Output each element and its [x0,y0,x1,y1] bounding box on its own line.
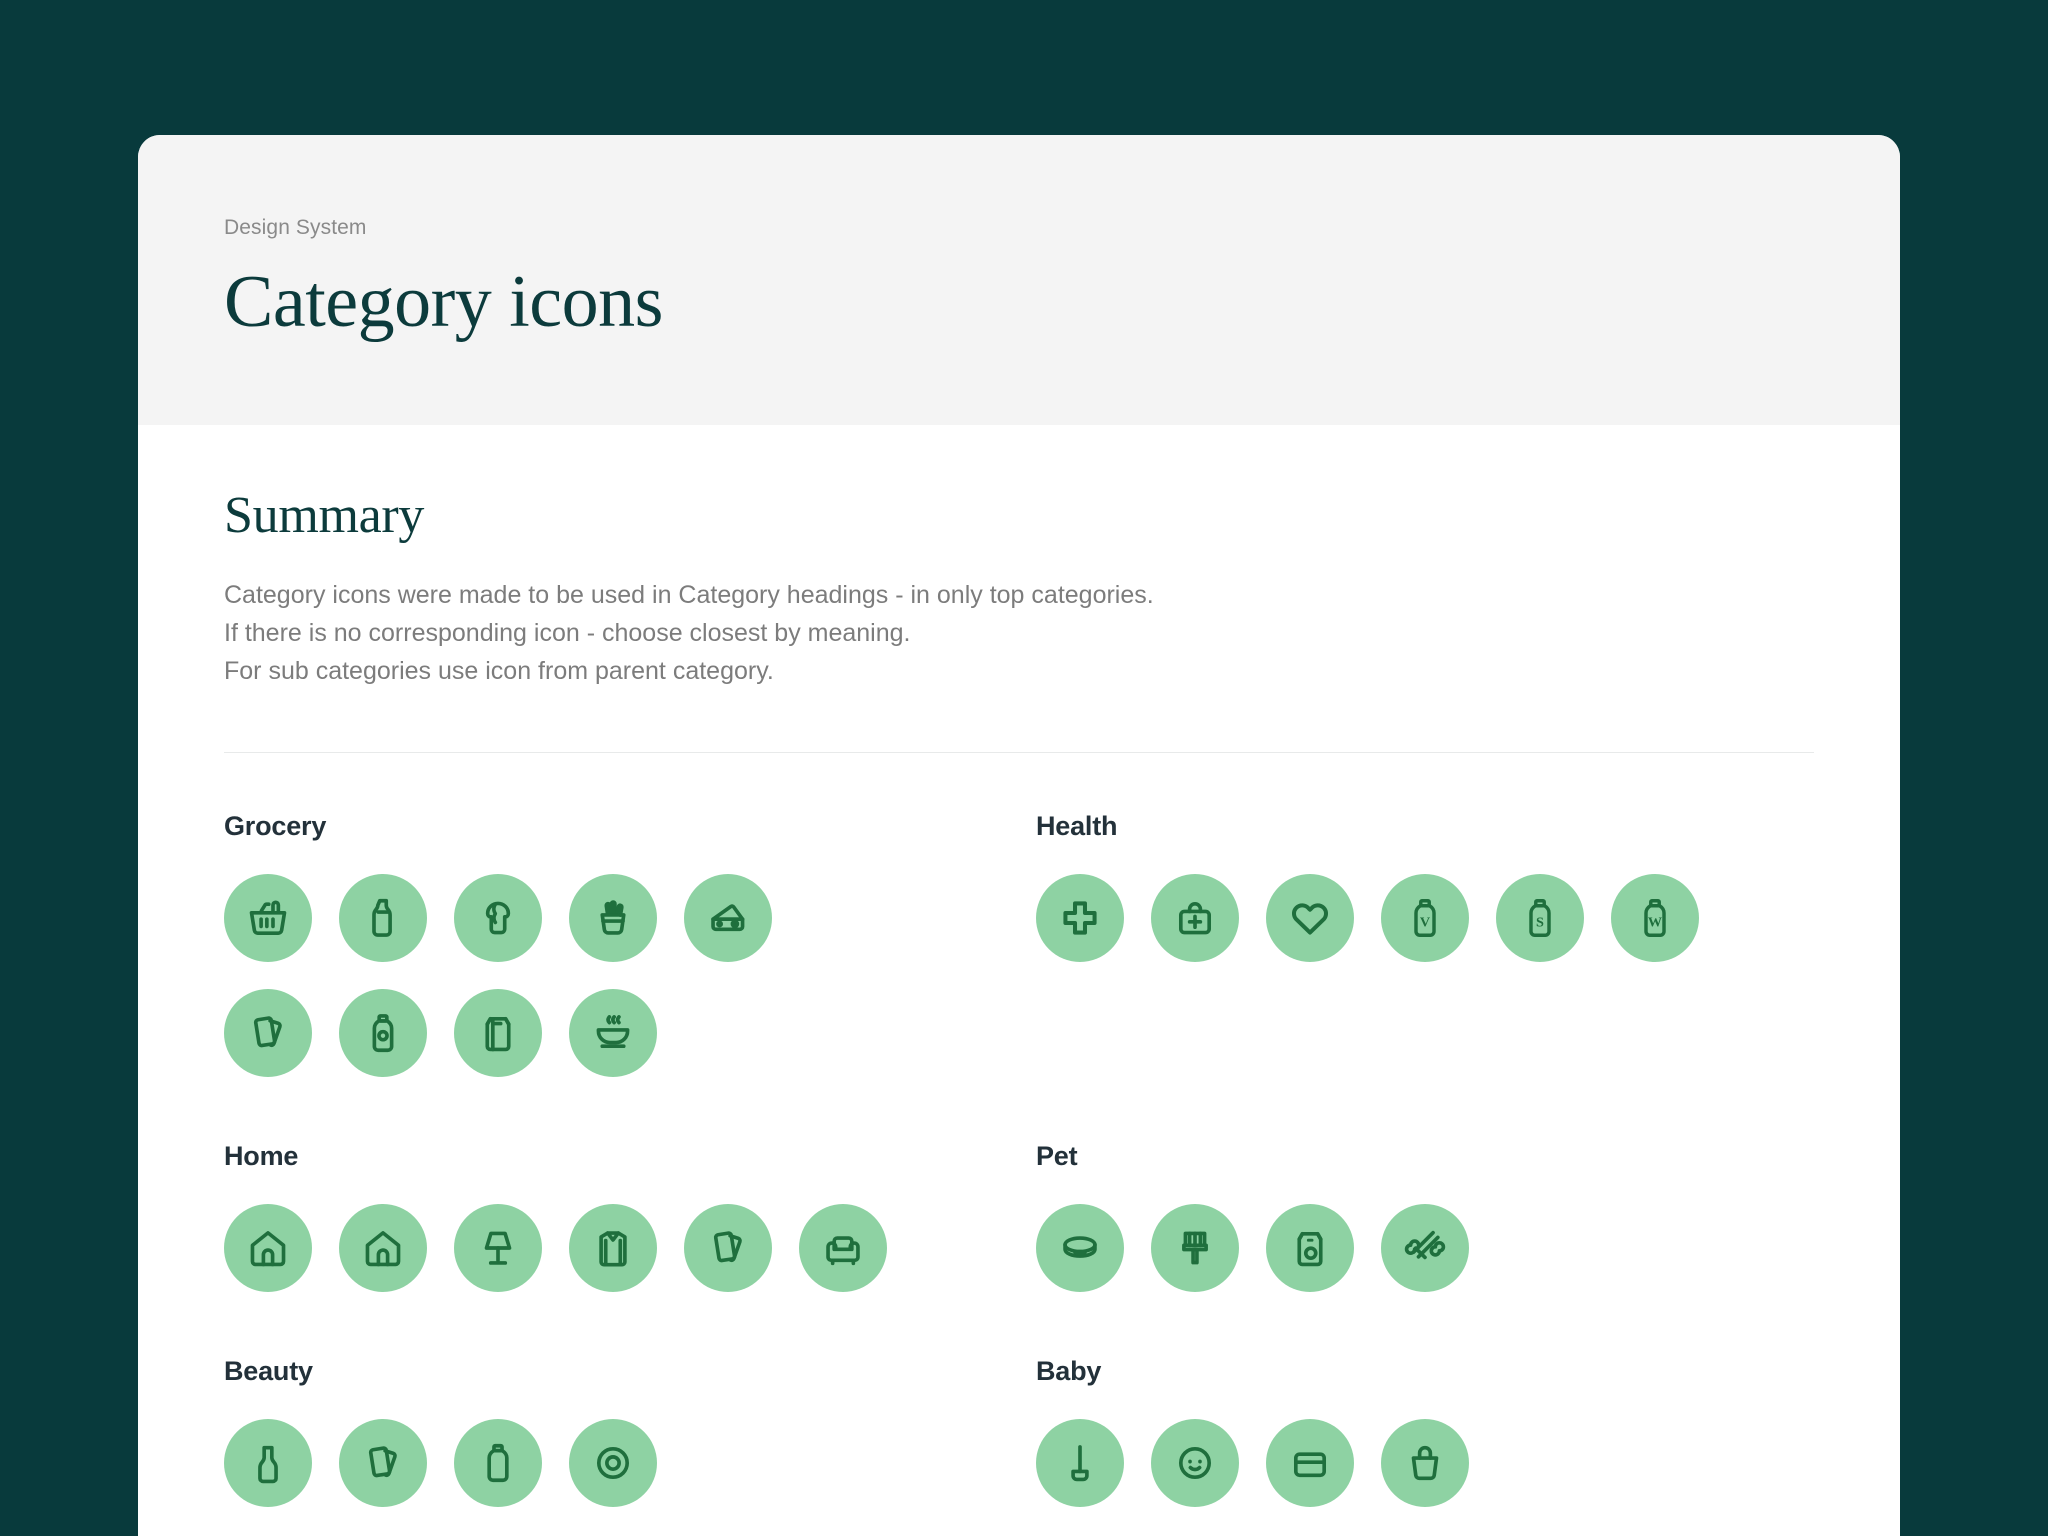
category-section-beauty: Beauty [224,1356,1036,1508]
svg-text:W: W [1648,915,1662,931]
summary-title: Summary [224,487,425,544]
category-section-baby: Baby [1036,1356,1848,1508]
icon-rows [224,1204,1036,1293]
section-title: Pet [1036,1141,1078,1172]
svg-text:S: S [1536,915,1544,931]
table-lamp-icon[interactable] [454,1204,542,1293]
icon-row [1036,1419,1848,1508]
section-title: Grocery [224,811,327,842]
screen: Design System Category icons Summary Cat… [0,0,2048,1536]
folded-towels-icon[interactable] [684,1204,772,1293]
bread-slice-icon[interactable] [454,874,542,963]
beauty-icon-1[interactable] [224,1419,312,1508]
icon-rows: VSW [1036,874,1848,963]
icon-row [224,1419,1036,1508]
category-sections-grid: Grocery Health V S W Home Pet Beauty Baby [224,753,1814,1536]
bottle-icon[interactable] [339,874,427,963]
vitamin-bottle-v-icon[interactable]: V [1381,874,1469,963]
icon-row [224,1204,1036,1293]
sauce-bottle-icon[interactable] [339,989,427,1078]
icon-row [224,874,1036,963]
icon-rows [224,874,1036,1078]
shopping-basket-icon[interactable] [224,874,312,963]
icon-row [1036,1204,1848,1293]
section-title: Home [224,1141,299,1172]
dog-bone-icon[interactable] [1381,1204,1469,1293]
icon-rows [224,1419,1036,1508]
shirt-icon[interactable] [569,1204,657,1293]
breadcrumb: Design System [224,216,367,239]
cheese-wedge-icon[interactable] [684,874,772,963]
supplement-bottle-s-icon[interactable]: S [1496,874,1584,963]
content-card: Design System Category icons Summary Cat… [138,135,1900,1536]
pet-food-bag-icon[interactable] [1266,1204,1354,1293]
medical-cross-icon[interactable] [1036,874,1124,963]
icon-row: VSW [1036,874,1848,963]
svg-text:V: V [1420,915,1431,931]
icon-rows [1036,1204,1848,1293]
first-aid-kit-icon[interactable] [1151,874,1239,963]
supplement-bottle-w-icon[interactable]: W [1611,874,1699,963]
summary-text: Category icons were made to be used in C… [224,576,1814,690]
beauty-icon-2[interactable] [339,1419,427,1508]
card-header: Design System Category icons [138,135,1900,425]
section-title: Health [1036,811,1118,842]
baby-icon-4[interactable] [1381,1419,1469,1508]
category-section-home: Home [224,1141,1036,1293]
baby-icon-3[interactable] [1266,1419,1354,1508]
summary-line: If there is no corresponding icon - choo… [224,619,911,648]
category-section-pet: Pet [1036,1141,1848,1293]
house-alt-icon[interactable] [339,1204,427,1293]
baby-icon-1[interactable] [1036,1419,1124,1508]
section-title: Baby [1036,1356,1102,1387]
category-section-health: Health V S W [1036,813,1848,1077]
page-title: Category icons [224,261,663,343]
section-title: Beauty [224,1356,313,1387]
armchair-icon[interactable] [799,1204,887,1293]
heart-icon[interactable] [1266,874,1354,963]
paper-bag-icon[interactable] [454,989,542,1078]
summary-line: For sub categories use icon from parent … [224,657,774,686]
soup-bowl-icon[interactable] [569,989,657,1078]
house-icon[interactable] [224,1204,312,1293]
beauty-icon-3[interactable] [454,1419,542,1508]
baby-icon-2[interactable] [1151,1419,1239,1508]
pet-collar-icon[interactable] [1036,1204,1124,1293]
icon-rows [1036,1419,1848,1508]
snack-packets-icon[interactable] [224,989,312,1078]
summary-section: Summary Category icons were made to be u… [224,425,1814,690]
beauty-icon-4[interactable] [569,1419,657,1508]
fries-icon[interactable] [569,874,657,963]
pet-brush-icon[interactable] [1151,1204,1239,1293]
icon-row [224,989,1036,1078]
summary-line: Category icons were made to be used in C… [224,581,1154,610]
category-section-grocery: Grocery [224,811,1036,1078]
card-body: Summary Category icons were made to be u… [138,425,1900,1536]
